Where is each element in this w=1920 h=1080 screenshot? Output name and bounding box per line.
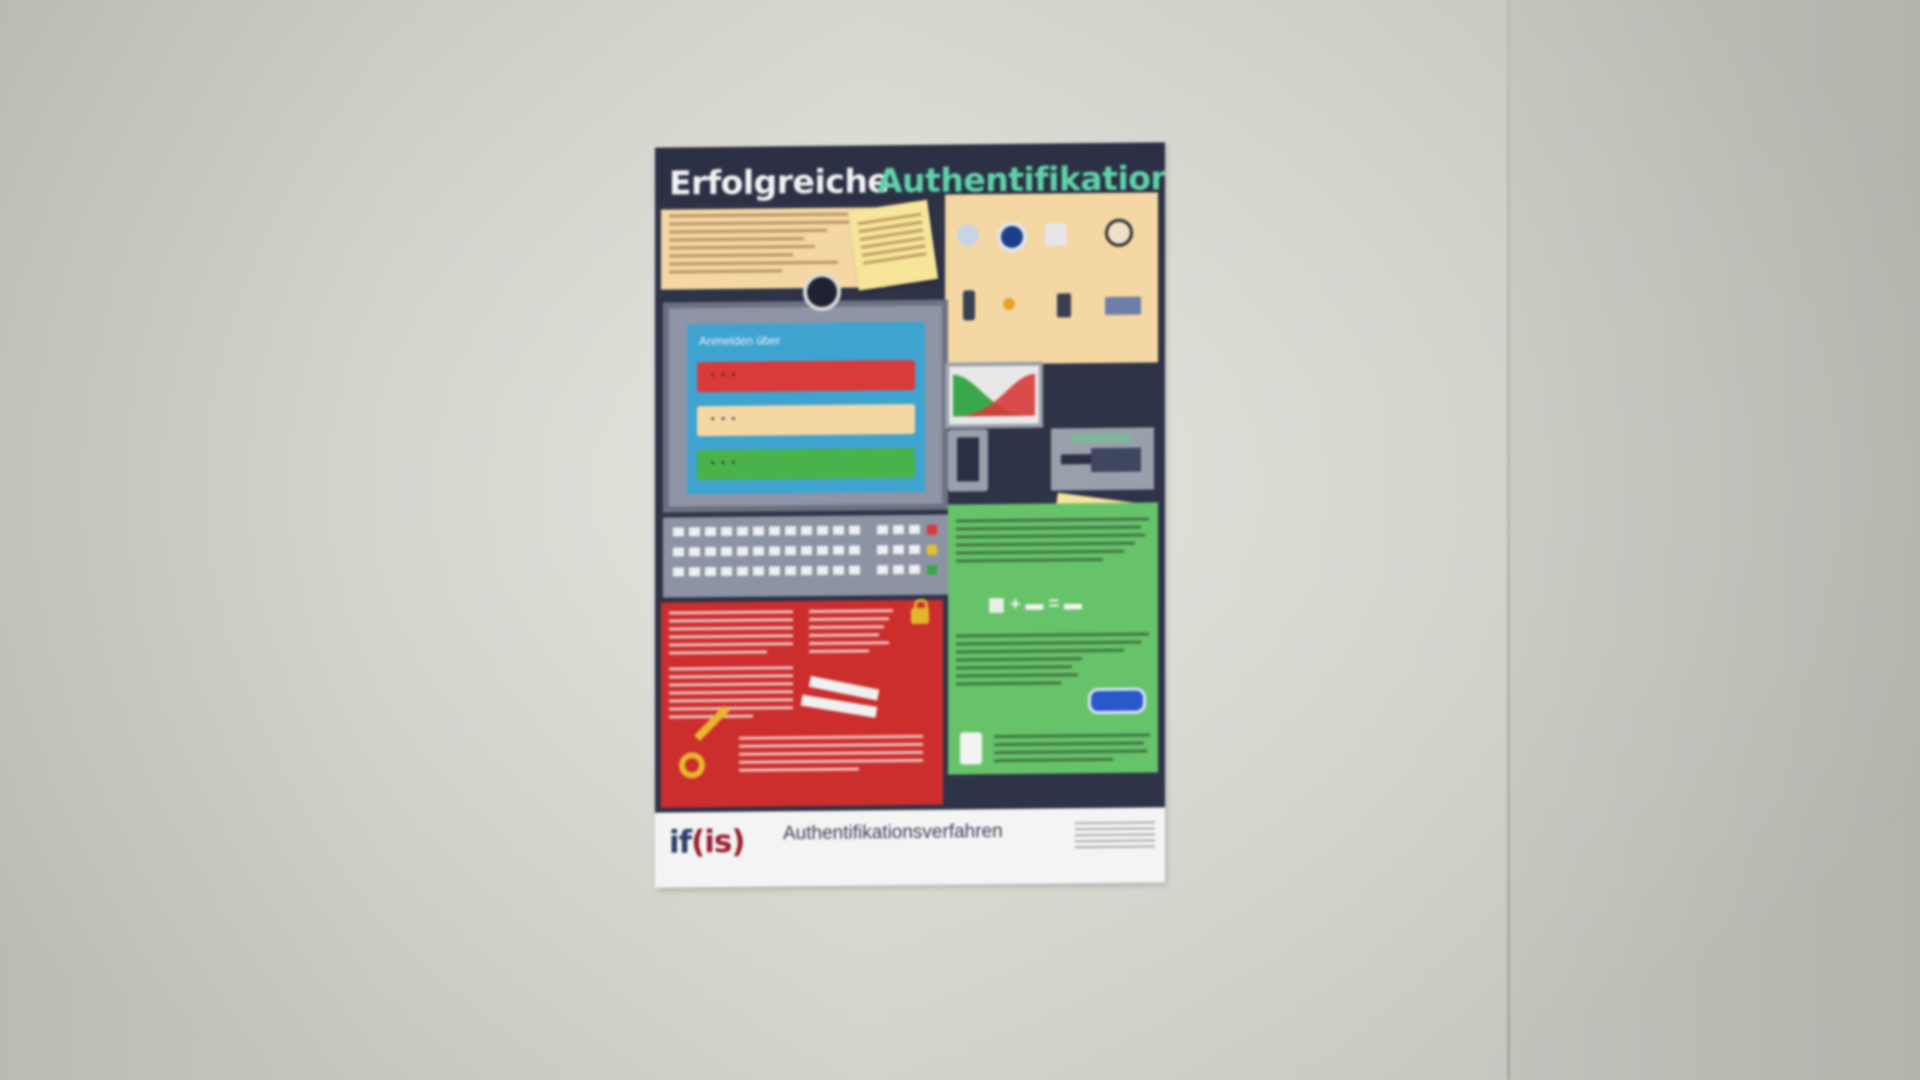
- logo-accent: (is): [691, 823, 745, 861]
- card-reader-drawing: [1061, 433, 1141, 473]
- gait-walking-icon: [1057, 293, 1071, 318]
- footer-meta-lines: [1075, 817, 1155, 852]
- red-text-password: [661, 605, 801, 659]
- login-option-yellow: • • •: [697, 403, 915, 437]
- login-screen: Anmelden über • • • • • • • • •: [687, 321, 925, 495]
- voice-wave-icon: [1003, 297, 1015, 311]
- key-icon: [679, 752, 705, 779]
- typing-keyboard-icon: [1105, 296, 1141, 315]
- fingerprint-icon: [957, 224, 979, 247]
- factor-equation: ▦ + ▬ = ▬: [988, 593, 1083, 615]
- smartcard-reader-illustration: [1051, 427, 1154, 491]
- side-wall: [1510, 0, 1920, 1080]
- signature-pen-icon: [963, 290, 975, 321]
- sticky-note-top: [847, 199, 939, 291]
- mobile-phone-illustration: [948, 429, 988, 492]
- iris-icon: [997, 221, 1027, 253]
- logo-prefix: if: [669, 824, 692, 861]
- keyboard-illustration: [663, 514, 948, 598]
- green-text-block-1: [948, 512, 1158, 567]
- green-text-block-3: [986, 728, 1156, 767]
- login-option-green: • • •: [697, 447, 915, 481]
- padlock-icon: [911, 607, 929, 624]
- red-text-otp: [731, 730, 931, 777]
- phone-screen: [957, 437, 979, 482]
- error-rate-chart-illustration: [945, 361, 1043, 429]
- red-text-pin: [661, 661, 801, 723]
- password-panel: [661, 599, 943, 808]
- login-screen-title: Anmelden über: [699, 333, 781, 349]
- keyboard-keys: [673, 524, 937, 577]
- biometrics-panel: [945, 192, 1158, 365]
- ifis-logo: if(is): [669, 824, 745, 861]
- smartphone-app-icon: [960, 732, 982, 765]
- authentication-poster: Erfolgreiche Authentifikation Anmelden ü…: [655, 142, 1165, 888]
- poster-title-word1: Erfolgreiche: [669, 161, 890, 203]
- green-text-block-2: [948, 627, 1158, 690]
- webcam-icon: [803, 272, 841, 312]
- hand-icon: [1045, 223, 1067, 246]
- computer-monitor-illustration: Anmelden über • • • • • • • • •: [663, 299, 948, 513]
- red-text-rules: [801, 604, 901, 658]
- wall-corner-edge: [1507, 0, 1510, 1080]
- error-rate-curves: [953, 373, 1035, 417]
- poster-footer: if(is) Authentifikationsverfahren: [655, 807, 1165, 888]
- footer-title: Authentifikationsverfahren: [783, 821, 1003, 845]
- otp-token-icon: [1088, 687, 1146, 715]
- face-icon: [1105, 218, 1133, 247]
- login-option-red: • • •: [697, 359, 915, 393]
- strong-authentication-panel: ▦ + ▬ = ▬: [948, 502, 1158, 775]
